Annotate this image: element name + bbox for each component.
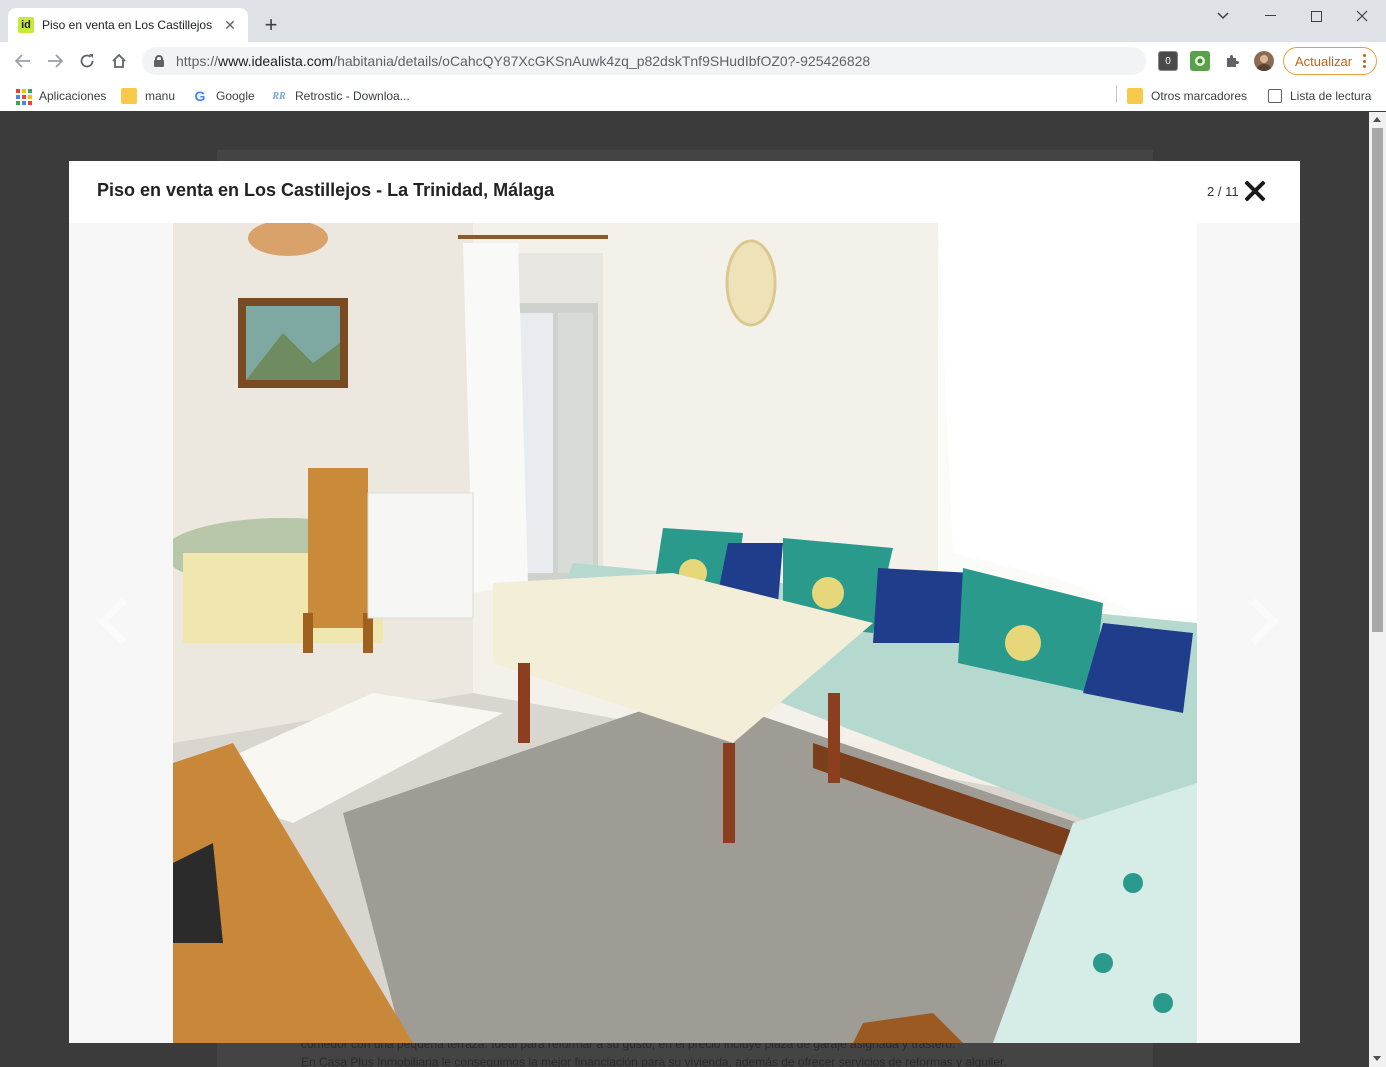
back-arrow-icon[interactable] [10, 48, 36, 74]
bookmark-label: Aplicaciones [39, 89, 107, 103]
url-text: https://www.idealista.com/habitania/deta… [176, 53, 870, 69]
photo-gallery-modal: Piso en venta en Los Castillejos - La Tr… [69, 161, 1300, 1043]
extension-green-icon[interactable] [1190, 51, 1210, 71]
toolbar: https://www.idealista.com/habitania/deta… [0, 42, 1386, 80]
address-bar[interactable]: https://www.idealista.com/habitania/deta… [142, 47, 1146, 75]
bookmark-separator [1116, 85, 1117, 103]
tab-title: Piso en venta en Los Castillejos - [42, 18, 216, 32]
photo-counter: 2 / 11 [1207, 184, 1239, 199]
tab-search-chevron-icon[interactable] [1200, 4, 1246, 28]
tab-close-icon[interactable]: ✕ [222, 17, 238, 33]
update-button-label: Actualizar [1295, 53, 1353, 69]
other-bookmarks-label: Otros marcadores [1151, 89, 1248, 103]
bookmark-label: manu [145, 89, 176, 103]
browser-chrome: id Piso en venta en Los Castillejos - ✕ … [0, 0, 1386, 111]
retrostic-icon: RR [272, 90, 286, 102]
reading-list-icon [1268, 89, 1282, 103]
bookmark-label: Google [216, 89, 255, 103]
kebab-menu-icon[interactable] [1363, 54, 1366, 68]
window-close-icon[interactable] [1339, 4, 1385, 28]
update-button[interactable]: Actualizar [1283, 47, 1377, 75]
bookmark-other[interactable]: Otros marcadores [1127, 86, 1247, 106]
scrollbar-thumb[interactable] [1372, 128, 1383, 632]
previous-arrow-icon[interactable] [91, 591, 131, 651]
gallery-viewer [69, 223, 1300, 1043]
bookmark-manu[interactable]: manu [121, 86, 175, 106]
lock-icon[interactable] [154, 55, 164, 67]
tab-strip: id Piso en venta en Los Castillejos - ✕ … [0, 0, 1386, 42]
google-icon: G [194, 88, 206, 104]
idealista-favicon-icon: id [18, 17, 34, 33]
page-scrollbar[interactable] [1369, 112, 1386, 1067]
scroll-down-arrow-icon[interactable] [1373, 1056, 1381, 1061]
bookmark-google[interactable]: G Google [192, 86, 255, 106]
reading-list-label: Lista de lectura [1290, 89, 1372, 103]
url-prefix: https:// [176, 53, 219, 69]
extension-counter-icon[interactable]: 0 [1158, 51, 1178, 71]
new-tab-plus-icon[interactable]: + [258, 12, 284, 38]
close-icon[interactable] [1244, 180, 1266, 202]
modal-title: Piso en venta en Los Castillejos - La Tr… [97, 180, 555, 200]
minimize-icon[interactable] [1247, 4, 1293, 28]
browser-tab[interactable]: id Piso en venta en Los Castillejos - ✕ [8, 8, 248, 42]
folder-icon [121, 88, 137, 104]
home-icon[interactable] [106, 48, 132, 74]
reading-list[interactable]: Lista de lectura [1268, 86, 1371, 106]
apps-grid-icon [15, 88, 32, 105]
forward-arrow-icon[interactable] [42, 48, 68, 74]
listing-photo [173, 223, 1197, 1043]
extensions-puzzle-icon[interactable] [1222, 51, 1242, 71]
bookmarks-bar: Aplicaciones manu G Google RR Retrostic … [0, 80, 1386, 111]
bookmark-retrostic[interactable]: RR Retrostic - Downloa... [271, 86, 410, 106]
reload-icon[interactable] [74, 48, 100, 74]
folder-icon [1127, 88, 1143, 104]
next-arrow-icon[interactable] [1239, 591, 1279, 651]
scroll-up-arrow-icon[interactable] [1373, 117, 1381, 122]
maximize-icon[interactable] [1293, 4, 1339, 28]
modal-header: Piso en venta en Los Castillejos - La Tr… [69, 161, 1300, 223]
profile-avatar-icon[interactable] [1254, 51, 1274, 71]
url-path: /habitania/details/oCahcQY87XcGKSnAuwk4z… [333, 53, 871, 69]
living-room-photo [173, 223, 1197, 1043]
bookmark-label: Retrostic - Downloa... [295, 89, 410, 103]
url-host: www.idealista.com [218, 53, 334, 69]
description-line: En Casa Plus Inmobiliaria le conseguimos… [301, 1055, 1007, 1067]
bookmark-apps[interactable]: Aplicaciones [15, 86, 106, 106]
